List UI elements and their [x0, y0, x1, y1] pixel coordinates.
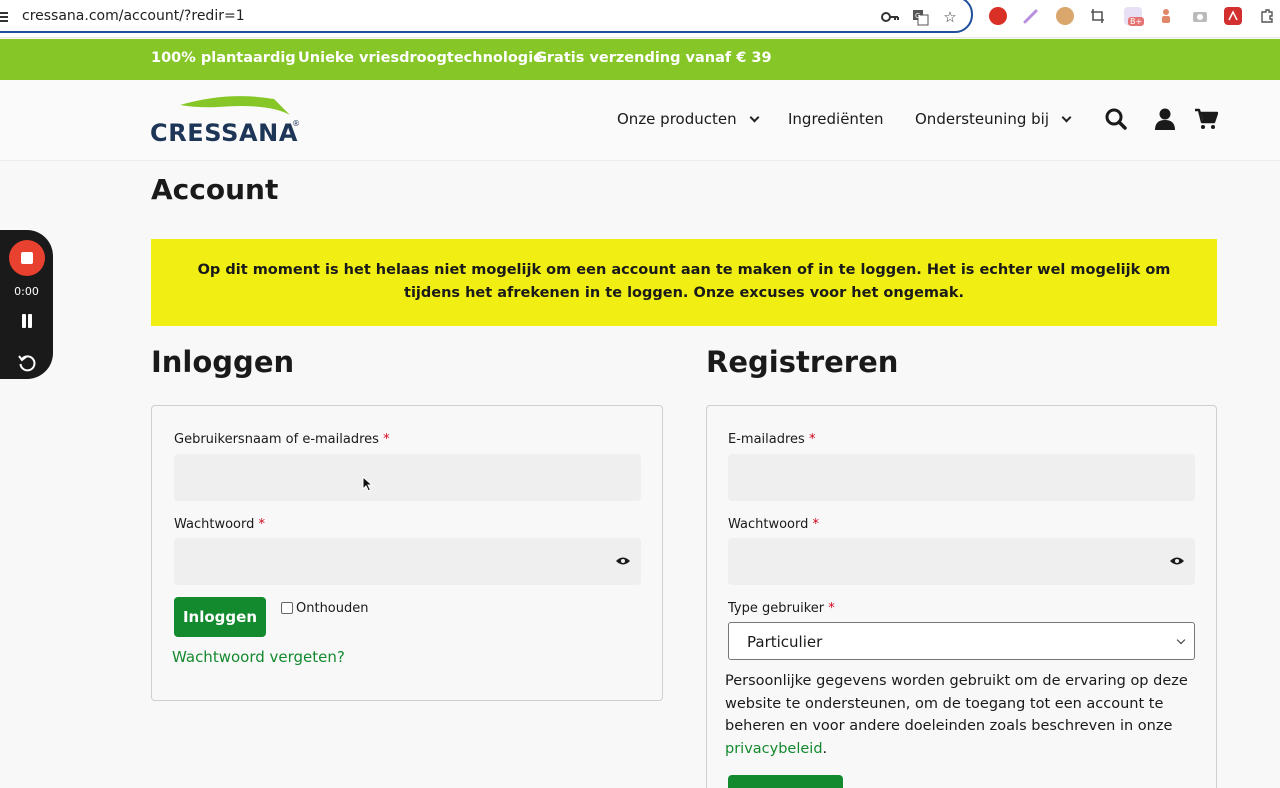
ublock-extension-icon[interactable]: [989, 7, 1007, 25]
key-icon[interactable]: [881, 8, 899, 26]
cressana-logo[interactable]: CRESSANA ®: [150, 95, 302, 149]
crop-extension-icon[interactable]: [1089, 7, 1107, 25]
nav-item-label: Ingrediënten: [788, 110, 884, 128]
promo-item: 100% plantaardig: [151, 50, 296, 66]
site-settings-icon[interactable]: [0, 10, 10, 24]
logo-swoosh-icon: [180, 96, 290, 115]
browser-toolbar: cressana.com/account/?redir=1 G ☆ B+: [0, 0, 1280, 38]
login-title: Inloggen: [151, 345, 295, 379]
register-button[interactable]: [728, 775, 843, 788]
cookie-extension-icon[interactable]: [1056, 7, 1074, 25]
pen-extension-icon[interactable]: [1022, 7, 1040, 25]
chevron-down-icon: [1176, 635, 1186, 645]
cart-icon[interactable]: [1194, 107, 1218, 131]
promo-item: Gratis verzending vanaf € 39: [535, 50, 772, 66]
privacy-text: Persoonlijke gegevens worden gebruikt om…: [725, 673, 1188, 757]
nav-item-label: Onze producten: [617, 110, 737, 128]
email-label: E-mailadres *: [728, 432, 816, 447]
nav-item-products[interactable]: Onze producten: [617, 110, 760, 128]
promo-item: Unieke vriesdroogtechnologie: [298, 50, 543, 66]
star-icon[interactable]: ☆: [941, 8, 959, 26]
promo-bar: 100% plantaardig Unieke vriesdroogtechno…: [0, 39, 1280, 80]
stop-recording-button[interactable]: [9, 240, 45, 276]
site-header: CRESSANA ® Onze producten Ingrediënten O…: [0, 80, 1280, 161]
email-input[interactable]: [728, 454, 1195, 501]
user-icon[interactable]: [1153, 107, 1177, 131]
register-title: Registreren: [706, 345, 899, 379]
login-form: Gebruikersnaam of e-mailadres * Wachtwoo…: [151, 405, 663, 701]
register-password-input[interactable]: [728, 538, 1195, 585]
register-password-label: Wachtwoord *: [728, 517, 820, 532]
page-title: Account: [151, 173, 279, 206]
remember-checkbox[interactable]: [281, 602, 293, 614]
pause-icon[interactable]: [21, 314, 33, 328]
remember-label[interactable]: Onthouden: [296, 601, 369, 616]
pdf-extension-icon[interactable]: [1224, 7, 1242, 25]
puzzle-extension-icon[interactable]: [1258, 7, 1276, 25]
user-type-select[interactable]: Particulier: [728, 622, 1195, 660]
chevron-down-icon: [749, 112, 760, 122]
user-type-label: Type gebruiker *: [728, 601, 835, 616]
nav-item-ingredients[interactable]: Ingrediënten: [788, 110, 884, 128]
camera-extension-icon[interactable]: [1191, 7, 1209, 25]
nav-item-label: Ondersteuning bij: [915, 110, 1049, 128]
user-type-selected: Particulier: [747, 633, 823, 651]
screen-recorder-widget: 0:00: [0, 230, 53, 379]
password-input[interactable]: [174, 538, 641, 585]
logo-text: CRESSANA: [150, 119, 299, 147]
chevron-down-icon: [1061, 112, 1072, 122]
badge-extension-icon[interactable]: B+: [1124, 7, 1145, 26]
username-label: Gebruikersnaam of e-mailadres *: [174, 432, 390, 447]
recording-time: 0:00: [14, 285, 39, 298]
show-password-icon[interactable]: [1169, 556, 1185, 566]
username-input[interactable]: [174, 454, 641, 501]
login-button[interactable]: Inloggen: [174, 597, 266, 637]
show-password-icon[interactable]: [615, 556, 631, 566]
svg-text:G: G: [915, 12, 920, 20]
notice-banner: Op dit moment is het helaas niet mogelij…: [151, 239, 1217, 326]
logo-registered-mark: ®: [292, 119, 300, 128]
password-label: Wachtwoord *: [174, 517, 266, 532]
url-text[interactable]: cressana.com/account/?redir=1: [22, 8, 245, 24]
search-icon[interactable]: [1104, 107, 1128, 131]
mouse-cursor-icon: [362, 476, 374, 492]
figure-extension-icon[interactable]: [1157, 7, 1175, 25]
restart-icon[interactable]: [17, 353, 37, 373]
forgot-password-link[interactable]: Wachtwoord vergeten?: [172, 648, 345, 666]
translate-icon[interactable]: G: [911, 8, 929, 26]
nav-item-support[interactable]: Ondersteuning bij: [915, 110, 1072, 128]
privacy-policy-link[interactable]: privacybeleid: [725, 741, 823, 757]
